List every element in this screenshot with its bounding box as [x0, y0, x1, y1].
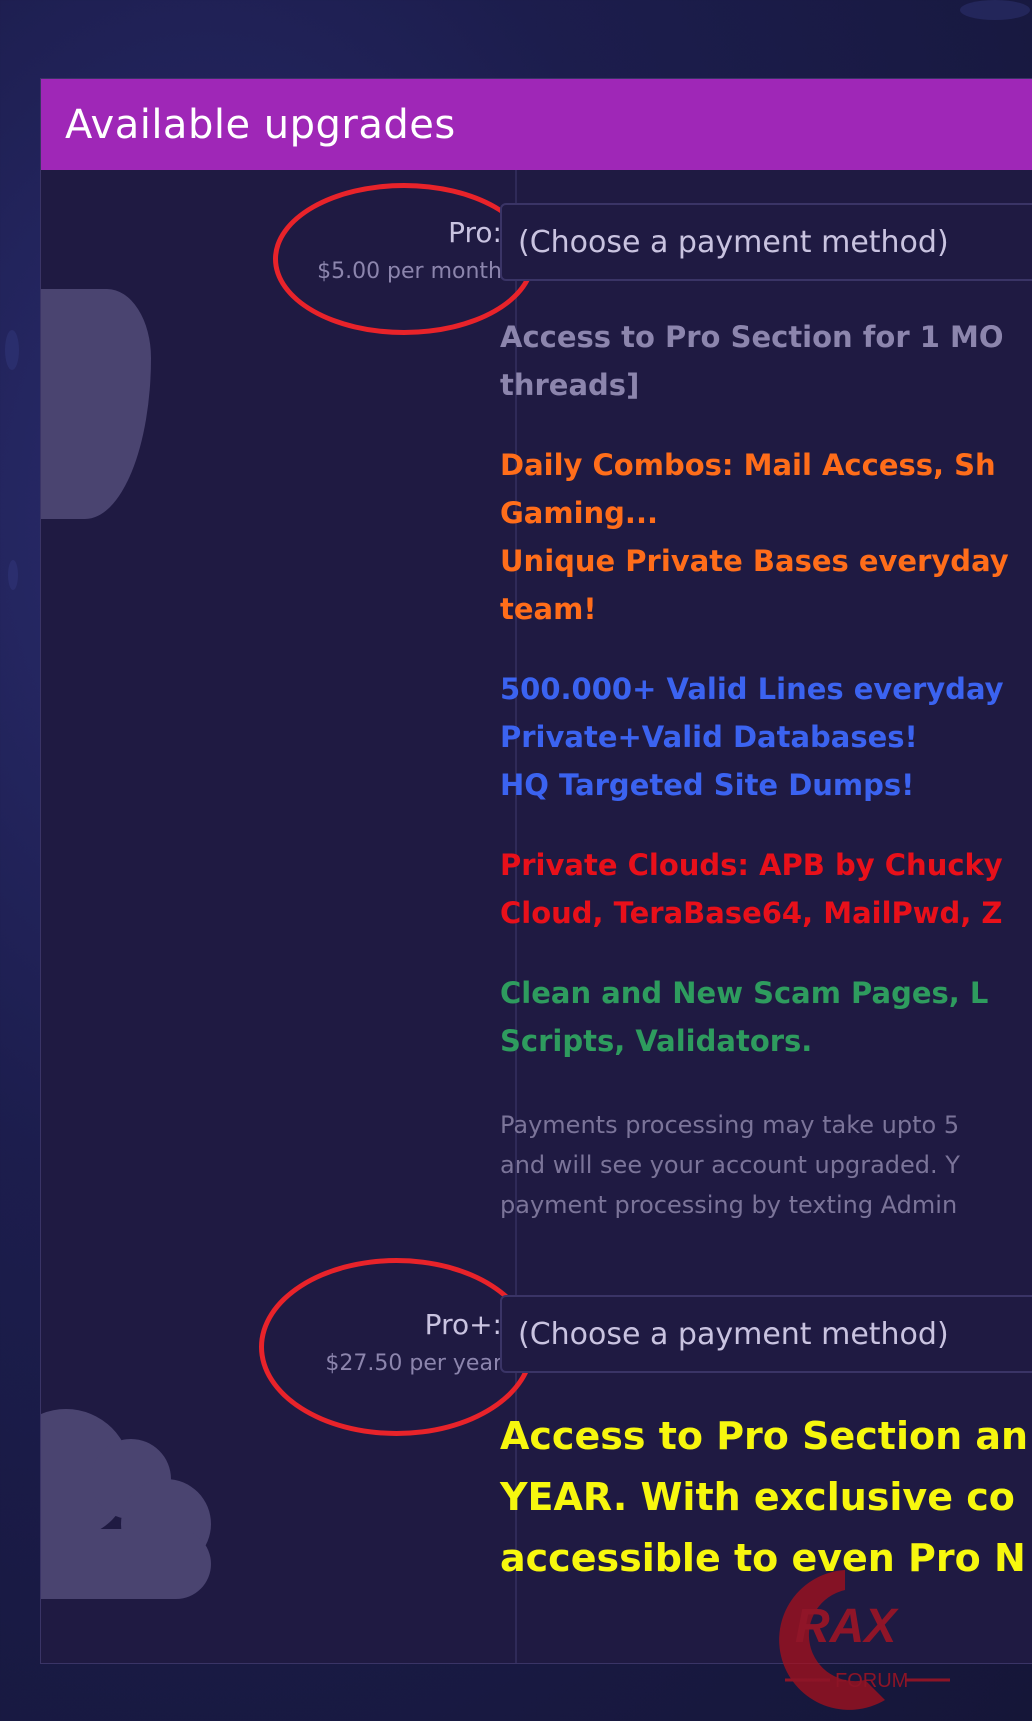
payment-note: payment processing by texting Admin	[500, 1191, 958, 1219]
desc-line: Private Clouds: APB by Chucky	[500, 848, 1003, 882]
desc-line: HQ Targeted Site Dumps!	[500, 768, 915, 802]
desc-line: team!	[500, 592, 597, 626]
desc-line: Gaming...	[500, 496, 658, 530]
logo-subtext: FORUM	[835, 1670, 908, 1692]
highlight-circle	[259, 1258, 534, 1436]
background-speck	[5, 330, 19, 370]
desc-line: threads]	[500, 368, 640, 402]
desc-line: Private+Valid Databases!	[500, 720, 918, 754]
desc-line: Clean and New Scam Pages, L	[500, 976, 989, 1010]
desc-line: Daily Combos: Mail Access, Sh	[500, 448, 996, 482]
desc-line: Unique Private Bases everyday	[500, 544, 1009, 578]
panel-header: Available upgrades	[41, 79, 1032, 170]
highlight-circle	[273, 183, 535, 335]
select-placeholder: (Choose a payment method)	[518, 224, 949, 260]
panel-title: Available upgrades	[65, 101, 456, 148]
background-speck	[960, 0, 1030, 20]
payment-note: and will see your account upgraded. Y	[500, 1151, 960, 1179]
payment-note: Payments processing may take upto 5	[500, 1111, 960, 1139]
desc-line: YEAR. With exclusive co	[500, 1475, 1015, 1519]
crax-forum-logo: RAX FORUM	[779, 1570, 950, 1710]
desc-line: Access to Pro Section an	[500, 1414, 1029, 1458]
background-speck	[8, 560, 18, 590]
select-placeholder: (Choose a payment method)	[518, 1316, 949, 1352]
logo-text: RAX	[795, 1600, 899, 1653]
payment-method-select[interactable]: (Choose a payment method)	[500, 1295, 1032, 1373]
shield-icon	[41, 289, 151, 519]
desc-line: Access to Pro Section for 1 MO	[500, 320, 1004, 354]
desc-line: 500.000+ Valid Lines everyday	[500, 672, 1004, 706]
desc-line: Cloud, TeraBase64, MailPwd, Z	[500, 896, 1003, 930]
desc-line: Scripts, Validators.	[500, 1024, 813, 1058]
payment-method-select[interactable]: (Choose a payment method)	[500, 203, 1032, 281]
tier-pro-description: Access to Pro Section for 1 MO threads] …	[500, 313, 1032, 1225]
